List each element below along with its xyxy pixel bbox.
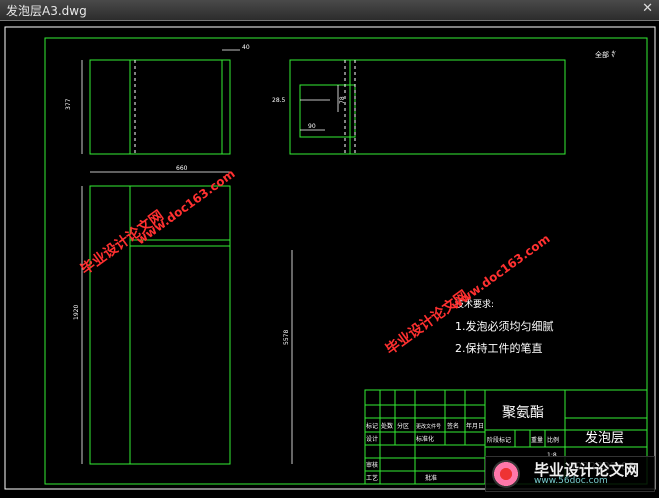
scale-note: 全部 ∜ xyxy=(595,50,616,59)
tb-sign: 签名 xyxy=(447,422,459,430)
watermark-cn-1: 毕业设计论文网 xyxy=(77,207,166,278)
close-icon[interactable]: ✕ xyxy=(642,1,653,16)
tb-approve: 批准 xyxy=(425,474,437,482)
note-line-2: 2.保持工件的笔直 xyxy=(455,341,543,355)
badge-logo-icon xyxy=(492,460,520,488)
tb-weight: 重量 xyxy=(531,436,543,444)
window-titlebar: 发泡层A3.dwg ✕ xyxy=(0,0,659,21)
dim-78: 78 xyxy=(339,96,346,104)
cad-canvas[interactable]: 40 377 28.5 78 90 660 1920 5578 全部 ∜ 技术要… xyxy=(0,21,659,494)
dim-660: 660 xyxy=(176,165,188,172)
dim-1920: 1920 xyxy=(73,305,80,320)
tb-stage-mark: 阶段标记 xyxy=(487,436,511,444)
tb-change-doc: 更改文件号 xyxy=(416,423,441,430)
badge-url-text: www.56doc.com xyxy=(534,476,608,486)
dim-40: 40 xyxy=(242,44,250,51)
view-top-right xyxy=(289,59,566,155)
watermark-url-2: www.doc163.com xyxy=(449,231,553,312)
watermark-badge: 毕业设计论文网 www.56doc.com xyxy=(485,456,655,492)
tb-zone: 分区 xyxy=(397,422,409,430)
tb-part-name: 发泡层 xyxy=(585,430,624,446)
tb-design: 设计 xyxy=(366,435,378,443)
tb-date: 年月日 xyxy=(466,422,484,430)
tb-material: 聚氨酯 xyxy=(502,405,544,421)
note-line-1: 1.发泡必须均匀细腻 xyxy=(455,319,554,333)
tb-mark: 标记 xyxy=(366,422,378,430)
tb-standardize: 标准化 xyxy=(416,435,434,443)
tb-ratio: 比例 xyxy=(547,436,559,444)
window-title: 发泡层A3.dwg xyxy=(6,4,87,18)
tb-count: 处数 xyxy=(381,422,393,430)
tb-process: 工艺 xyxy=(366,474,378,482)
tb-review: 审核 xyxy=(366,461,378,469)
drawing-svg: 40 377 28.5 78 90 660 1920 5578 全部 ∜ 技术要… xyxy=(4,26,656,490)
dim-377: 377 xyxy=(65,98,72,110)
dim-90: 90 xyxy=(308,123,316,130)
dim-28-5: 28.5 xyxy=(272,97,286,104)
dim-5578: 5578 xyxy=(283,330,290,345)
watermark-url-1: www.doc163.com xyxy=(134,166,238,247)
view-top-left xyxy=(89,59,231,155)
